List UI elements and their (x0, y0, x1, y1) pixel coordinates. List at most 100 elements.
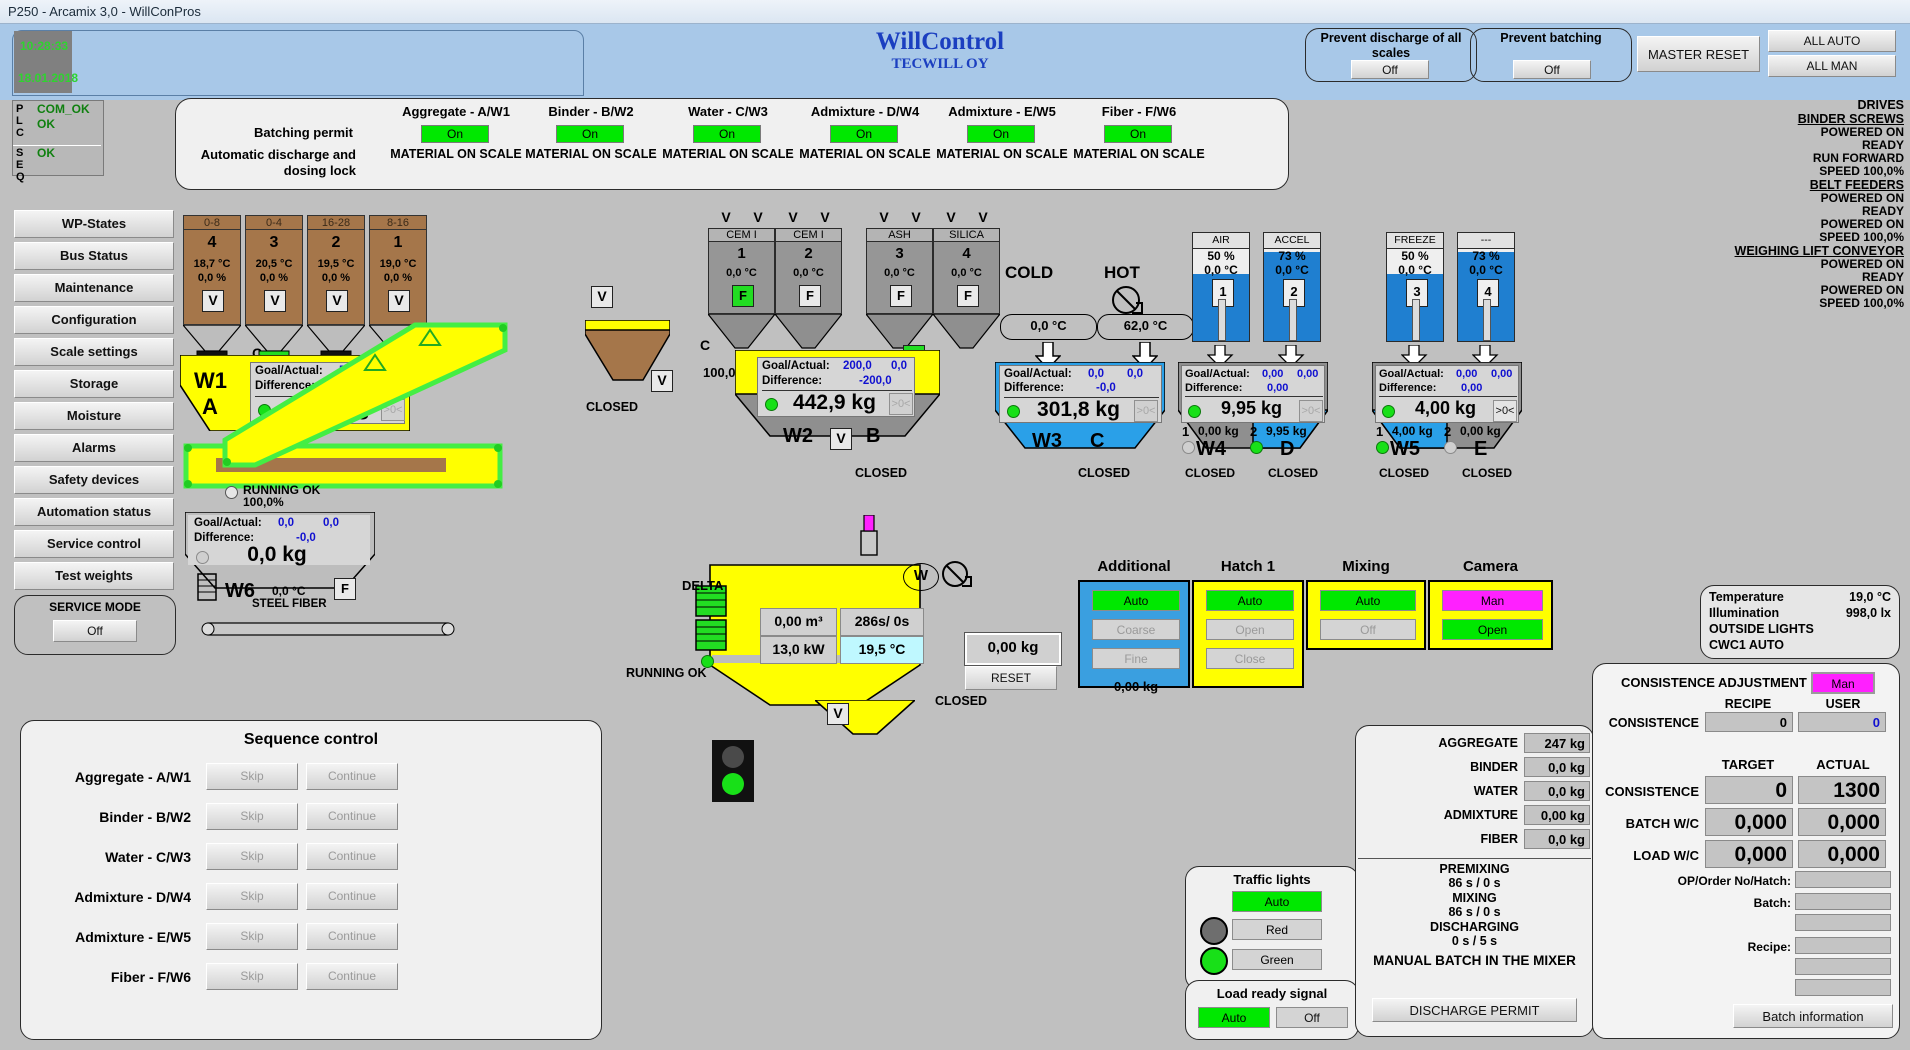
col-user: USER (1798, 697, 1888, 711)
menu-item-maintenance[interactable]: Maintenance (14, 274, 174, 302)
permit-column-title-5: Fiber - F/W6 (1064, 104, 1214, 119)
permit-toggle-2[interactable]: On (693, 125, 761, 143)
w5-zero-button[interactable]: >0< (1493, 400, 1517, 422)
w2-zero-button[interactable]: >0< (889, 393, 913, 415)
menu-item-wp-states[interactable]: WP-States (14, 210, 174, 238)
w6-filter-icon[interactable]: F (334, 578, 356, 600)
w3-zero-button[interactable]: >0< (1134, 400, 1158, 422)
batch-divider (1358, 858, 1591, 859)
group-1-button-close[interactable]: Close (1206, 648, 1294, 669)
menu-item-automation-status[interactable]: Automation status (14, 498, 174, 526)
drives-title: DRIVES (1660, 98, 1904, 112)
cement-valve-top-b-1[interactable]: V (815, 208, 835, 228)
admix-tank-1[interactable]: ACCEL73 %0,0 °C2 (1263, 232, 1321, 342)
consistence-recipe-value[interactable]: 0 (1705, 712, 1793, 732)
cement-silo-0[interactable]: CEM I10,0 °CF (708, 228, 775, 314)
group-0-button-auto[interactable]: Auto (1092, 590, 1180, 611)
mixer-valve-icon[interactable]: V (827, 703, 849, 725)
all-auto-button[interactable]: ALL AUTO (1768, 30, 1896, 52)
permit-toggle-5[interactable]: On (1104, 125, 1172, 143)
sequence-continue-button-0[interactable]: Continue (306, 763, 398, 790)
w2-valve-icon[interactable]: V (830, 428, 852, 450)
menu-item-configuration[interactable]: Configuration (14, 306, 174, 334)
cement-valve-top-a-3[interactable]: V (941, 208, 961, 228)
alarm-message-area[interactable] (12, 30, 584, 96)
menu-item-safety-devices[interactable]: Safety devices (14, 466, 174, 494)
sequence-continue-button-1[interactable]: Continue (306, 803, 398, 830)
cement-silo-1[interactable]: CEM I20,0 °CF (775, 228, 842, 314)
cement-filter-icon-3[interactable]: F (957, 285, 979, 307)
consistence-user-value[interactable]: 0 (1798, 712, 1886, 732)
sequence-skip-button-3[interactable]: Skip (206, 883, 298, 910)
w3-scale-readout: Goal/Actual: 0,0 0,0 Difference: -0,0 30… (999, 365, 1162, 423)
menu-item-scale-settings[interactable]: Scale settings (14, 338, 174, 366)
admix-tank-2[interactable]: FREEZE50 %0,0 °C3 (1386, 232, 1444, 342)
traffic-green-button[interactable]: Green (1232, 949, 1322, 970)
load-ready-panel: Load ready signal Auto Off (1185, 980, 1359, 1040)
service-mode-toggle[interactable]: Off (53, 620, 137, 642)
sequence-continue-button-5[interactable]: Continue (306, 963, 398, 990)
batch-field-1[interactable] (1795, 893, 1891, 910)
load-ready-off-button[interactable]: Off (1276, 1007, 1348, 1028)
sequence-skip-button-0[interactable]: Skip (206, 763, 298, 790)
sequence-skip-button-1[interactable]: Skip (206, 803, 298, 830)
cement-filter-icon-0[interactable]: F (732, 285, 754, 307)
group-3-button-man[interactable]: Man (1442, 590, 1543, 611)
load-ready-auto-button[interactable]: Auto (1198, 1007, 1270, 1028)
recipe-field-3[interactable] (1795, 979, 1891, 996)
permit-toggle-3[interactable]: On (830, 125, 898, 143)
sequence-skip-button-5[interactable]: Skip (206, 963, 298, 990)
consistence-mode-button[interactable]: Man (1811, 672, 1875, 694)
menu-item-storage[interactable]: Storage (14, 370, 174, 398)
recipe-field-2[interactable] (1795, 958, 1891, 975)
prevent-discharge-toggle[interactable]: Off (1351, 60, 1429, 79)
sequence-skip-button-2[interactable]: Skip (206, 843, 298, 870)
all-man-button[interactable]: ALL MAN (1768, 55, 1896, 77)
group-1-button-auto[interactable]: Auto (1206, 590, 1294, 611)
sequence-continue-button-3[interactable]: Continue (306, 883, 398, 910)
cement-silo-3[interactable]: SILICA40,0 °CF (933, 228, 1000, 314)
sequence-skip-button-4[interactable]: Skip (206, 923, 298, 950)
batch-field-2[interactable] (1795, 914, 1891, 931)
hopper-valve-icon[interactable]: V (651, 370, 673, 392)
batch-information-button[interactable]: Batch information (1733, 1004, 1893, 1028)
sequence-continue-button-4[interactable]: Continue (306, 923, 398, 950)
master-reset-button[interactable]: MASTER RESET (1637, 36, 1760, 72)
traffic-red-button[interactable]: Red (1232, 919, 1322, 940)
permit-toggle-4[interactable]: On (967, 125, 1035, 143)
reset-button[interactable]: RESET (965, 666, 1057, 690)
discharge-permit-button[interactable]: DISCHARGE PERMIT (1372, 998, 1577, 1022)
lift-valve-icon[interactable]: V (591, 286, 613, 308)
cement-valve-top-a-1[interactable]: V (783, 208, 803, 228)
cement-filter-icon-2[interactable]: F (890, 285, 912, 307)
menu-item-bus-status[interactable]: Bus Status (14, 242, 174, 270)
sequence-continue-button-2[interactable]: Continue (306, 843, 398, 870)
prevent-batching-toggle[interactable]: Off (1513, 60, 1591, 79)
admix-tank-0[interactable]: AIR50 %0,0 °C1 (1192, 232, 1250, 342)
cement-filter-icon-1[interactable]: F (799, 285, 821, 307)
menu-item-moisture[interactable]: Moisture (14, 402, 174, 430)
menu-item-test-weights[interactable]: Test weights (14, 562, 174, 590)
cement-valve-top-b-0[interactable]: V (748, 208, 768, 228)
group-0-button-fine[interactable]: Fine (1092, 648, 1180, 669)
op-order-field[interactable] (1795, 871, 1891, 888)
cement-valve-top-a-2[interactable]: V (874, 208, 894, 228)
group-2-button-off[interactable]: Off (1320, 619, 1416, 640)
permit-toggle-0[interactable]: On (421, 125, 489, 143)
environment-panel: Temperature 19,0 °C Illumination 998,0 l… (1700, 585, 1900, 659)
group-3-button-open[interactable]: Open (1442, 619, 1543, 640)
group-1-button-open[interactable]: Open (1206, 619, 1294, 640)
cement-valve-top-a-0[interactable]: V (716, 208, 736, 228)
admix-tank-3[interactable]: ---73 %0,0 °C4 (1457, 232, 1515, 342)
menu-item-service-control[interactable]: Service control (14, 530, 174, 558)
group-0-button-coarse[interactable]: Coarse (1092, 619, 1180, 640)
permit-toggle-1[interactable]: On (556, 125, 624, 143)
cement-valve-top-b-2[interactable]: V (906, 208, 926, 228)
cement-silo-2[interactable]: ASH30,0 °CF (866, 228, 933, 314)
w4-zero-button[interactable]: >0< (1299, 400, 1323, 422)
recipe-field-1[interactable] (1795, 937, 1891, 954)
traffic-auto-button[interactable]: Auto (1232, 891, 1322, 912)
menu-item-alarms[interactable]: Alarms (14, 434, 174, 462)
group-2-button-auto[interactable]: Auto (1320, 590, 1416, 611)
cement-valve-top-b-3[interactable]: V (973, 208, 993, 228)
